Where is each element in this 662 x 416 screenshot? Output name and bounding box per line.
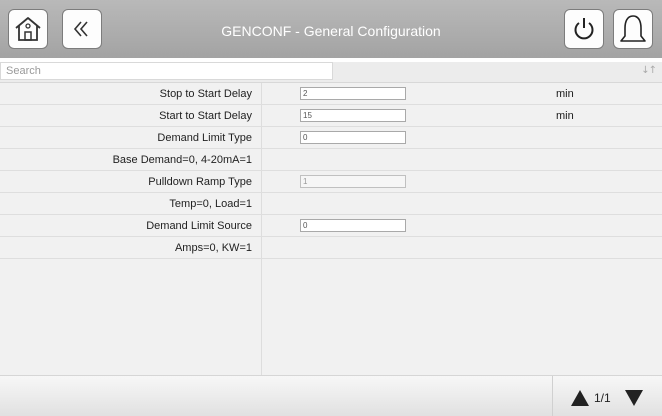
parameter-label: Amps=0, KW=1 [174,242,252,254]
alarm-button[interactable] [613,9,653,49]
parameter-table: Stop to Start Delay 2 min Start to Start De… [0,83,662,375]
parameter-value-field[interactable]: 15 [300,109,406,122]
parameter-label: Stop to Start Delay [159,88,252,100]
table-row: Stop to Start Delay 2 min [0,83,662,105]
parameter-unit: min [556,88,574,100]
parameter-label: Start to Start Delay [159,110,252,122]
page-title: GENCONF - General Configuration [221,23,441,39]
footer-divider [552,376,553,416]
parameter-label: Pulldown Ramp Type [148,176,252,188]
home-button[interactable] [8,9,48,49]
sort-icon[interactable]: ↓↑ [641,65,657,76]
parameter-label: Demand Limit Type [157,132,252,144]
header-bar: GENCONF - General Configuration [0,0,662,58]
parameter-label: Temp=0, Load=1 [169,198,252,210]
table-row: Demand Limit Type 0 [0,127,662,149]
page-up-button[interactable] [571,390,589,406]
search-bar: ↓↑ [0,62,662,83]
page-down-button[interactable] [625,390,643,406]
table-row: Pulldown Ramp Type 1 [0,171,662,193]
table-row: Base Demand=0, 4-20mA=1 [0,149,662,171]
back-button[interactable] [62,9,102,49]
table-row: Demand Limit Source 0 [0,215,662,237]
power-button[interactable] [564,9,604,49]
parameter-label: Demand Limit Source [146,220,252,232]
bell-icon [620,15,646,42]
parameter-value-field[interactable]: 0 [300,131,406,144]
parameter-value-field[interactable]: 0 [300,219,406,232]
page-indicator: 1/1 [594,391,611,405]
table-row: Amps=0, KW=1 [0,237,662,259]
parameter-label: Base Demand=0, 4-20mA=1 [112,154,252,166]
power-icon [574,18,594,40]
parameter-unit: min [556,110,574,122]
parameter-value-field[interactable]: 1 [300,175,406,188]
table-row: Temp=0, Load=1 [0,193,662,215]
double-chevron-left-icon [73,21,88,37]
table-row: Start to Start Delay 15 min [0,105,662,127]
parameter-value-field[interactable]: 2 [300,87,406,100]
home-icon [15,17,41,41]
footer-bar: 1/1 [0,375,662,416]
search-input[interactable] [0,62,333,80]
